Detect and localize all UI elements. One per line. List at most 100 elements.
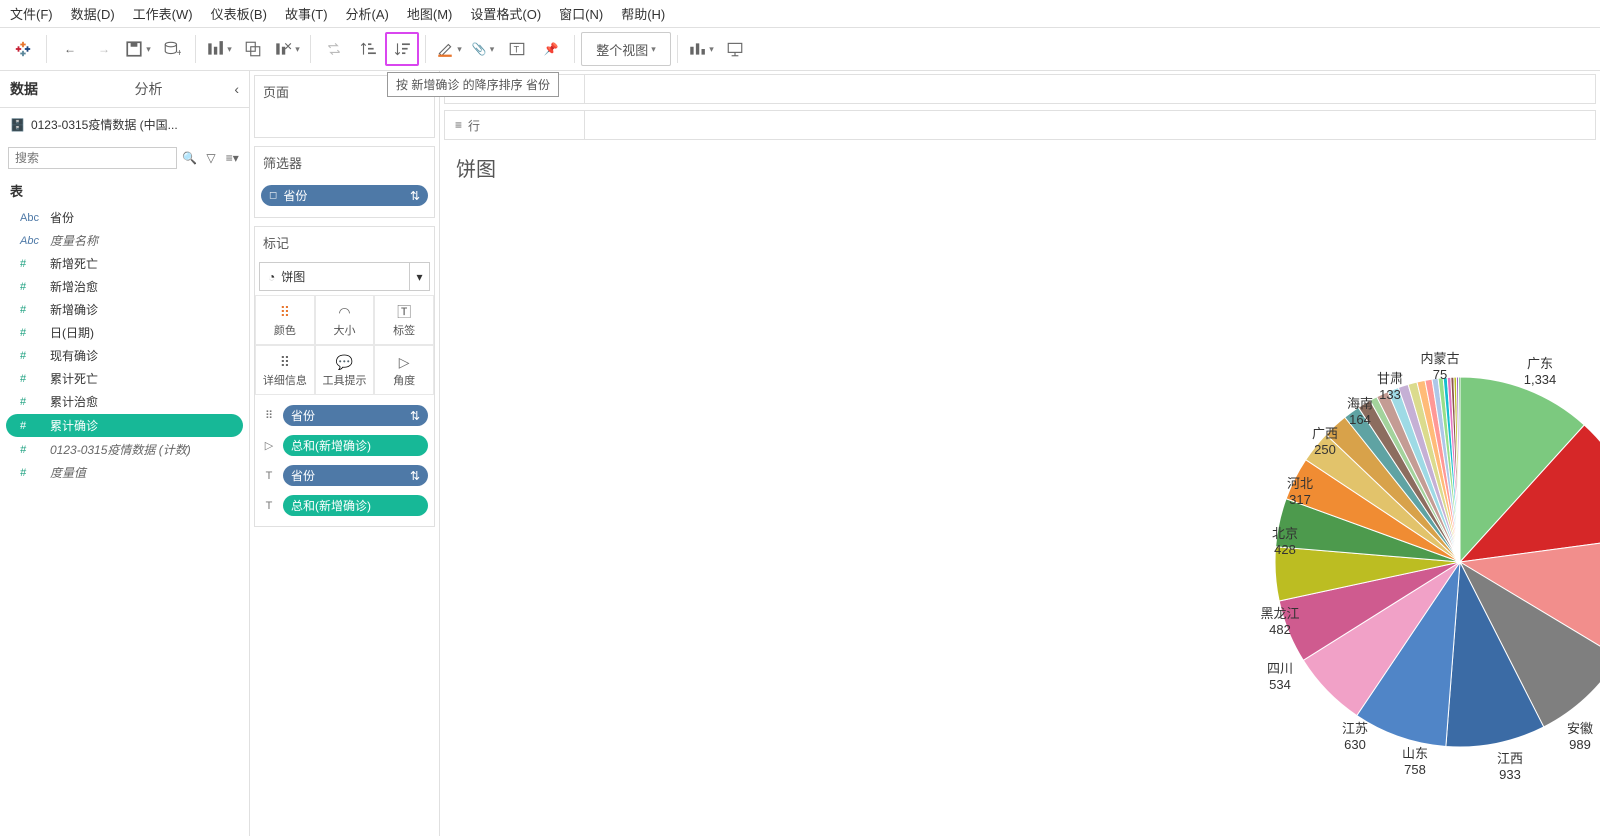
color-icon: ⠿ — [258, 302, 312, 322]
pill-angle-sum[interactable]: 总和(新增确诊) — [283, 435, 428, 456]
labels-icon[interactable]: T — [500, 32, 534, 66]
field-measure-values[interactable]: #度量值 — [0, 461, 249, 484]
datasource-item[interactable]: 🗄️ 0123-0315疫情数据 (中国... — [0, 108, 249, 141]
new-datasource-icon[interactable]: + — [155, 32, 189, 66]
color-mark-icon: ⠿ — [261, 409, 277, 422]
data-pane: 数据 分析‹ 🗄️ 0123-0315疫情数据 (中国... 🔍 ▽ ≡▾ 表 … — [0, 71, 250, 836]
menubar: 文件(F) 数据(D) 工作表(W) 仪表板(B) 故事(T) 分析(A) 地图… — [0, 0, 1600, 27]
search-input[interactable] — [8, 147, 177, 169]
svg-text:T: T — [514, 44, 520, 54]
columns-shelf[interactable]: iii列 — [444, 74, 1596, 104]
highlight-icon[interactable] — [432, 32, 466, 66]
field-date[interactable]: #日(日期) — [0, 321, 249, 344]
save-icon[interactable] — [121, 32, 155, 66]
field-cum-cured[interactable]: #累计治愈 — [0, 390, 249, 413]
field-province[interactable]: Abc省份 — [0, 206, 249, 229]
view-icon[interactable]: ≡▾ — [224, 149, 241, 167]
collapse-icon[interactable]: ‹ — [234, 81, 239, 97]
size-icon: ◠ — [318, 302, 372, 322]
chevron-down-icon: ▾ — [409, 263, 429, 290]
presentation-icon[interactable] — [718, 32, 752, 66]
field-measure-names[interactable]: Abc度量名称 — [0, 229, 249, 252]
filter-pill-province[interactable]: ◻ 省份 ⇅ — [261, 185, 428, 206]
menu-dashboard[interactable]: 仪表板(B) — [211, 4, 267, 23]
tooltip-icon: 💬 — [318, 352, 372, 372]
pie-label: 甘肃133 — [1377, 371, 1403, 404]
menu-format[interactable]: 设置格式(O) — [470, 4, 541, 23]
pie-label: 广东1,334 — [1524, 356, 1557, 389]
cards-pane: 页面 筛选器 ◻ 省份 ⇅ 标记 ◔饼图 ▾ ⠿颜色 — [250, 71, 440, 836]
sort-asc-icon[interactable] — [351, 32, 385, 66]
pie-label: 内蒙古75 — [1420, 351, 1459, 384]
sort-icon: ⇅ — [410, 189, 420, 203]
sort-icon: ⇅ — [410, 409, 420, 423]
pill-label-sum[interactable]: 总和(新增确诊) — [283, 495, 428, 516]
menu-file[interactable]: 文件(F) — [10, 4, 53, 23]
viz-title[interactable]: 饼图 — [440, 143, 1600, 192]
pill-color-province[interactable]: 省份⇅ — [283, 405, 428, 426]
pie-label: 广西250 — [1312, 426, 1338, 459]
new-worksheet-icon[interactable] — [202, 32, 236, 66]
angle-icon: ▷ — [377, 352, 431, 372]
back-icon[interactable]: ← — [53, 32, 87, 66]
sort-desc-icon[interactable]: 按 新增确诊 的降序排序 省份 — [385, 32, 419, 66]
tooltip: 按 新增确诊 的降序排序 省份 — [387, 72, 559, 97]
duplicate-icon[interactable] — [236, 32, 270, 66]
pin-icon[interactable]: 📌 — [534, 32, 568, 66]
menu-story[interactable]: 故事(T) — [285, 4, 328, 23]
pie-label: 黑龙江482 — [1260, 606, 1299, 639]
menu-map[interactable]: 地图(M) — [407, 4, 453, 23]
search-icon[interactable]: 🔍 — [181, 149, 198, 167]
field-new-confirmed[interactable]: #新增确诊 — [0, 298, 249, 321]
rows-icon: ≡ — [455, 118, 462, 132]
menu-worksheet[interactable]: 工作表(W) — [133, 4, 193, 23]
forward-icon[interactable]: → — [87, 32, 121, 66]
group-icon[interactable]: 📎 — [466, 32, 500, 66]
field-count[interactable]: #0123-0315疫情数据 (计数) — [0, 438, 249, 461]
field-existing-confirmed[interactable]: #现有确诊 — [0, 344, 249, 367]
menu-analysis[interactable]: 分析(A) — [346, 4, 389, 23]
mark-type-select[interactable]: ◔饼图 ▾ — [259, 262, 430, 291]
marks-label[interactable]: 🅃标签 — [374, 295, 434, 345]
svg-text:+: + — [177, 48, 182, 58]
marks-angle[interactable]: ▷角度 — [374, 345, 434, 395]
swap-icon[interactable] — [317, 32, 351, 66]
toolbar: ← → + 按 新增确诊 的降序排序 省份 📎 T 📌 整个视图 — [0, 27, 1600, 71]
field-cum-deaths[interactable]: #累计死亡 — [0, 367, 249, 390]
detail-icon: ⠿ — [258, 352, 312, 372]
tables-header: 表 — [0, 175, 249, 206]
pill-label-province[interactable]: 省份⇅ — [283, 465, 428, 486]
pie-label: 四川534 — [1267, 661, 1293, 694]
pie-label: 江西933 — [1497, 751, 1523, 784]
pie-label: 江苏630 — [1342, 721, 1368, 754]
pie-label: 北京428 — [1272, 526, 1298, 559]
menu-help[interactable]: 帮助(H) — [621, 4, 665, 23]
show-me-icon[interactable] — [684, 32, 718, 66]
filters-card: 筛选器 ◻ 省份 ⇅ — [254, 146, 435, 218]
marks-size[interactable]: ◠大小 — [315, 295, 375, 345]
fit-dropdown[interactable]: 整个视图 — [581, 32, 671, 66]
filter-pill-icon: ◻ — [269, 190, 277, 201]
clear-icon[interactable] — [270, 32, 304, 66]
menu-data[interactable]: 数据(D) — [71, 4, 115, 23]
pie-icon: ◔ — [268, 270, 275, 284]
tab-data[interactable]: 数据 — [0, 71, 125, 107]
label-mark-icon: T — [261, 500, 277, 512]
marks-color[interactable]: ⠿颜色 — [255, 295, 315, 345]
pie-chart[interactable]: 广东1,334河南1,268浙江1,221湖南1,014安徽989江西933山东… — [440, 192, 1600, 836]
angle-mark-icon: ▷ — [261, 439, 277, 452]
menu-window[interactable]: 窗口(N) — [559, 4, 603, 23]
filter-icon[interactable]: ▽ — [202, 149, 219, 167]
field-cum-confirmed[interactable]: #累计确诊 — [6, 414, 243, 437]
field-new-deaths[interactable]: #新增死亡 — [0, 252, 249, 275]
marks-tooltip[interactable]: 💬工具提示 — [315, 345, 375, 395]
tableau-logo-icon[interactable] — [6, 32, 40, 66]
rows-shelf[interactable]: ≡行 — [444, 110, 1596, 140]
marks-detail[interactable]: ⠿详细信息 — [255, 345, 315, 395]
canvas: iii列 ≡行 饼图 广东1,334河南1,268浙江1,221湖南1,014安… — [440, 71, 1600, 836]
label-icon: 🅃 — [377, 302, 431, 322]
field-new-cured[interactable]: #新增治愈 — [0, 275, 249, 298]
label-mark-icon: T — [261, 470, 277, 482]
pie-label: 山东758 — [1402, 746, 1428, 779]
tab-analysis[interactable]: 分析‹ — [125, 71, 250, 107]
